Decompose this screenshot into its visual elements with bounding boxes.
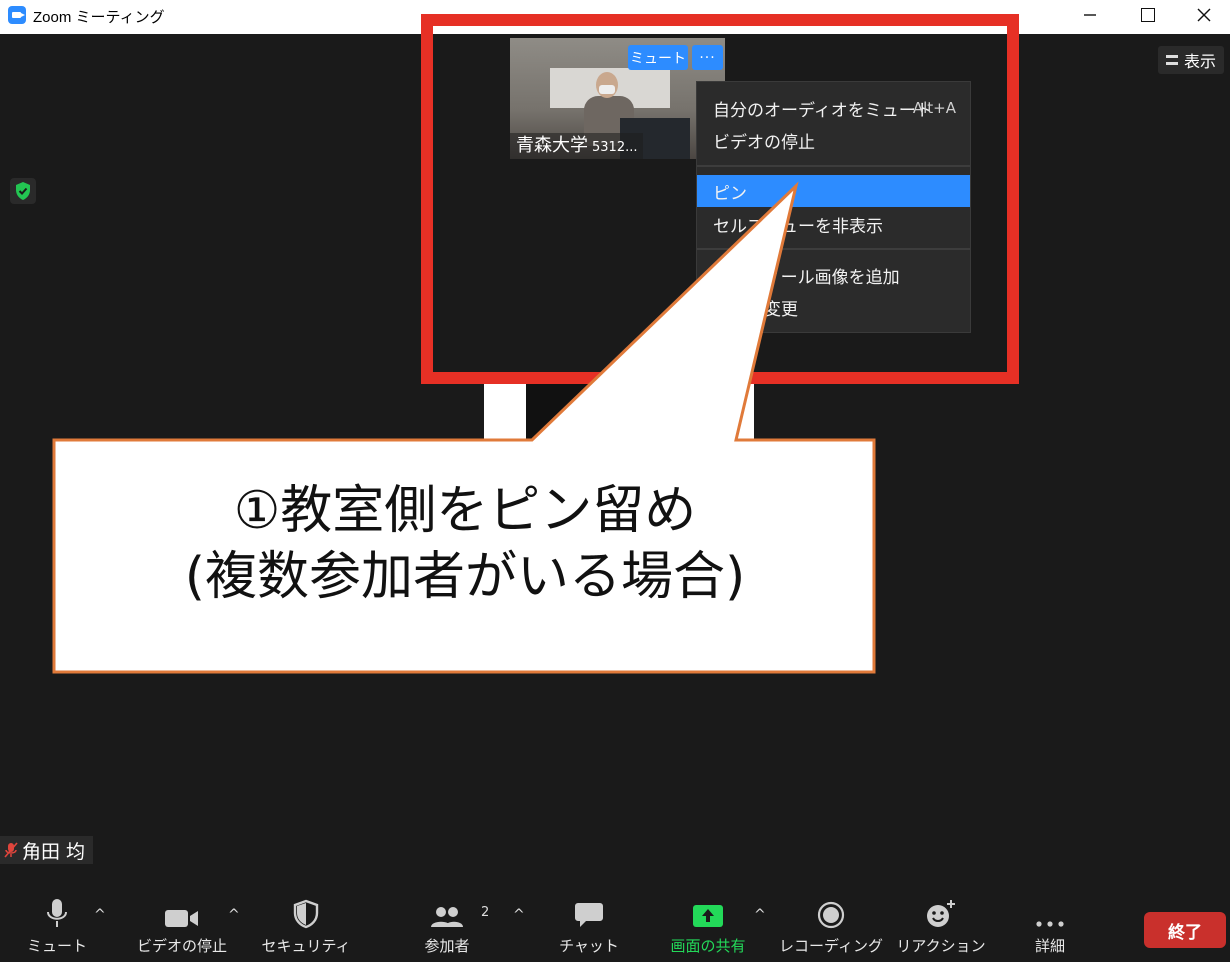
- mute-options-caret-icon[interactable]: ^: [94, 907, 106, 923]
- emoji-add-icon: [927, 900, 955, 927]
- more-dots-icon: [1036, 921, 1064, 927]
- reactions-button[interactable]: リアクション: [896, 893, 986, 962]
- shared-content-fragment: [484, 384, 754, 440]
- close-icon: [1197, 8, 1211, 22]
- security-label: セキュリティ: [261, 937, 351, 955]
- record-label: レコーディング: [779, 937, 883, 955]
- minimize-button[interactable]: [1062, 0, 1118, 30]
- end-meeting-button[interactable]: 終了: [1144, 912, 1226, 948]
- video-camera-icon: [165, 910, 198, 927]
- self-name: 角田 均: [22, 840, 86, 863]
- security-button[interactable]: セキュリティ: [261, 893, 351, 962]
- record-button[interactable]: レコーディング: [779, 893, 883, 962]
- grid-icon: [1166, 55, 1178, 65]
- microphone-icon: [47, 899, 67, 927]
- participants-button[interactable]: 2 参加者: [416, 893, 489, 962]
- meeting-toolbar: ミュート ^ ビデオの停止 ^ セキュリティ 2 参加者 ^ チャット 画面の共…: [0, 893, 1230, 962]
- callout-line-1: ①教室側をピン留め: [233, 481, 697, 541]
- mic-muted-icon: [4, 842, 18, 858]
- shield-check-icon: [16, 182, 30, 200]
- stop-video-button[interactable]: ビデオの停止: [134, 893, 230, 962]
- minimize-icon: [1084, 14, 1096, 16]
- participants-count: 2: [481, 905, 490, 920]
- reactions-label: リアクション: [896, 937, 986, 955]
- maximize-icon: [1141, 8, 1155, 22]
- participants-icon: [431, 907, 463, 927]
- callout-line-2: (複数参加者がいる場合): [184, 547, 746, 607]
- highlight-box: [421, 14, 1019, 384]
- stop-video-label: ビデオの停止: [136, 937, 227, 955]
- window-title: Zoom ミーティング: [33, 9, 165, 26]
- view-button-label: 表示: [1184, 52, 1217, 71]
- share-screen-button[interactable]: 画面の共有: [664, 893, 752, 962]
- more-label: 詳細: [1034, 937, 1065, 955]
- mute-button[interactable]: ミュート: [27, 893, 88, 962]
- chat-bubble-icon: [575, 903, 603, 927]
- zoom-logo-icon: [8, 6, 26, 24]
- participants-options-caret-icon[interactable]: ^: [513, 907, 525, 923]
- video-options-caret-icon[interactable]: ^: [228, 907, 240, 923]
- maximize-button[interactable]: [1120, 0, 1176, 30]
- share-options-caret-icon[interactable]: ^: [754, 907, 766, 923]
- security-shield-icon: [293, 899, 319, 929]
- mute-label: ミュート: [27, 937, 88, 955]
- self-name-label: 角田 均: [0, 836, 94, 864]
- chat-button[interactable]: チャット: [558, 893, 620, 962]
- chat-label: チャット: [559, 937, 619, 955]
- share-screen-label: 画面の共有: [670, 937, 746, 955]
- participants-label: 参加者: [424, 937, 470, 955]
- close-button[interactable]: [1176, 0, 1230, 30]
- callout-text: ①教室側をピン留め (複数参加者がいる場合): [56, 474, 874, 670]
- record-icon: [817, 901, 845, 929]
- encryption-badge[interactable]: [10, 178, 36, 204]
- share-screen-icon: [693, 905, 723, 927]
- more-button[interactable]: 詳細: [1022, 893, 1078, 962]
- view-button[interactable]: 表示: [1158, 46, 1225, 74]
